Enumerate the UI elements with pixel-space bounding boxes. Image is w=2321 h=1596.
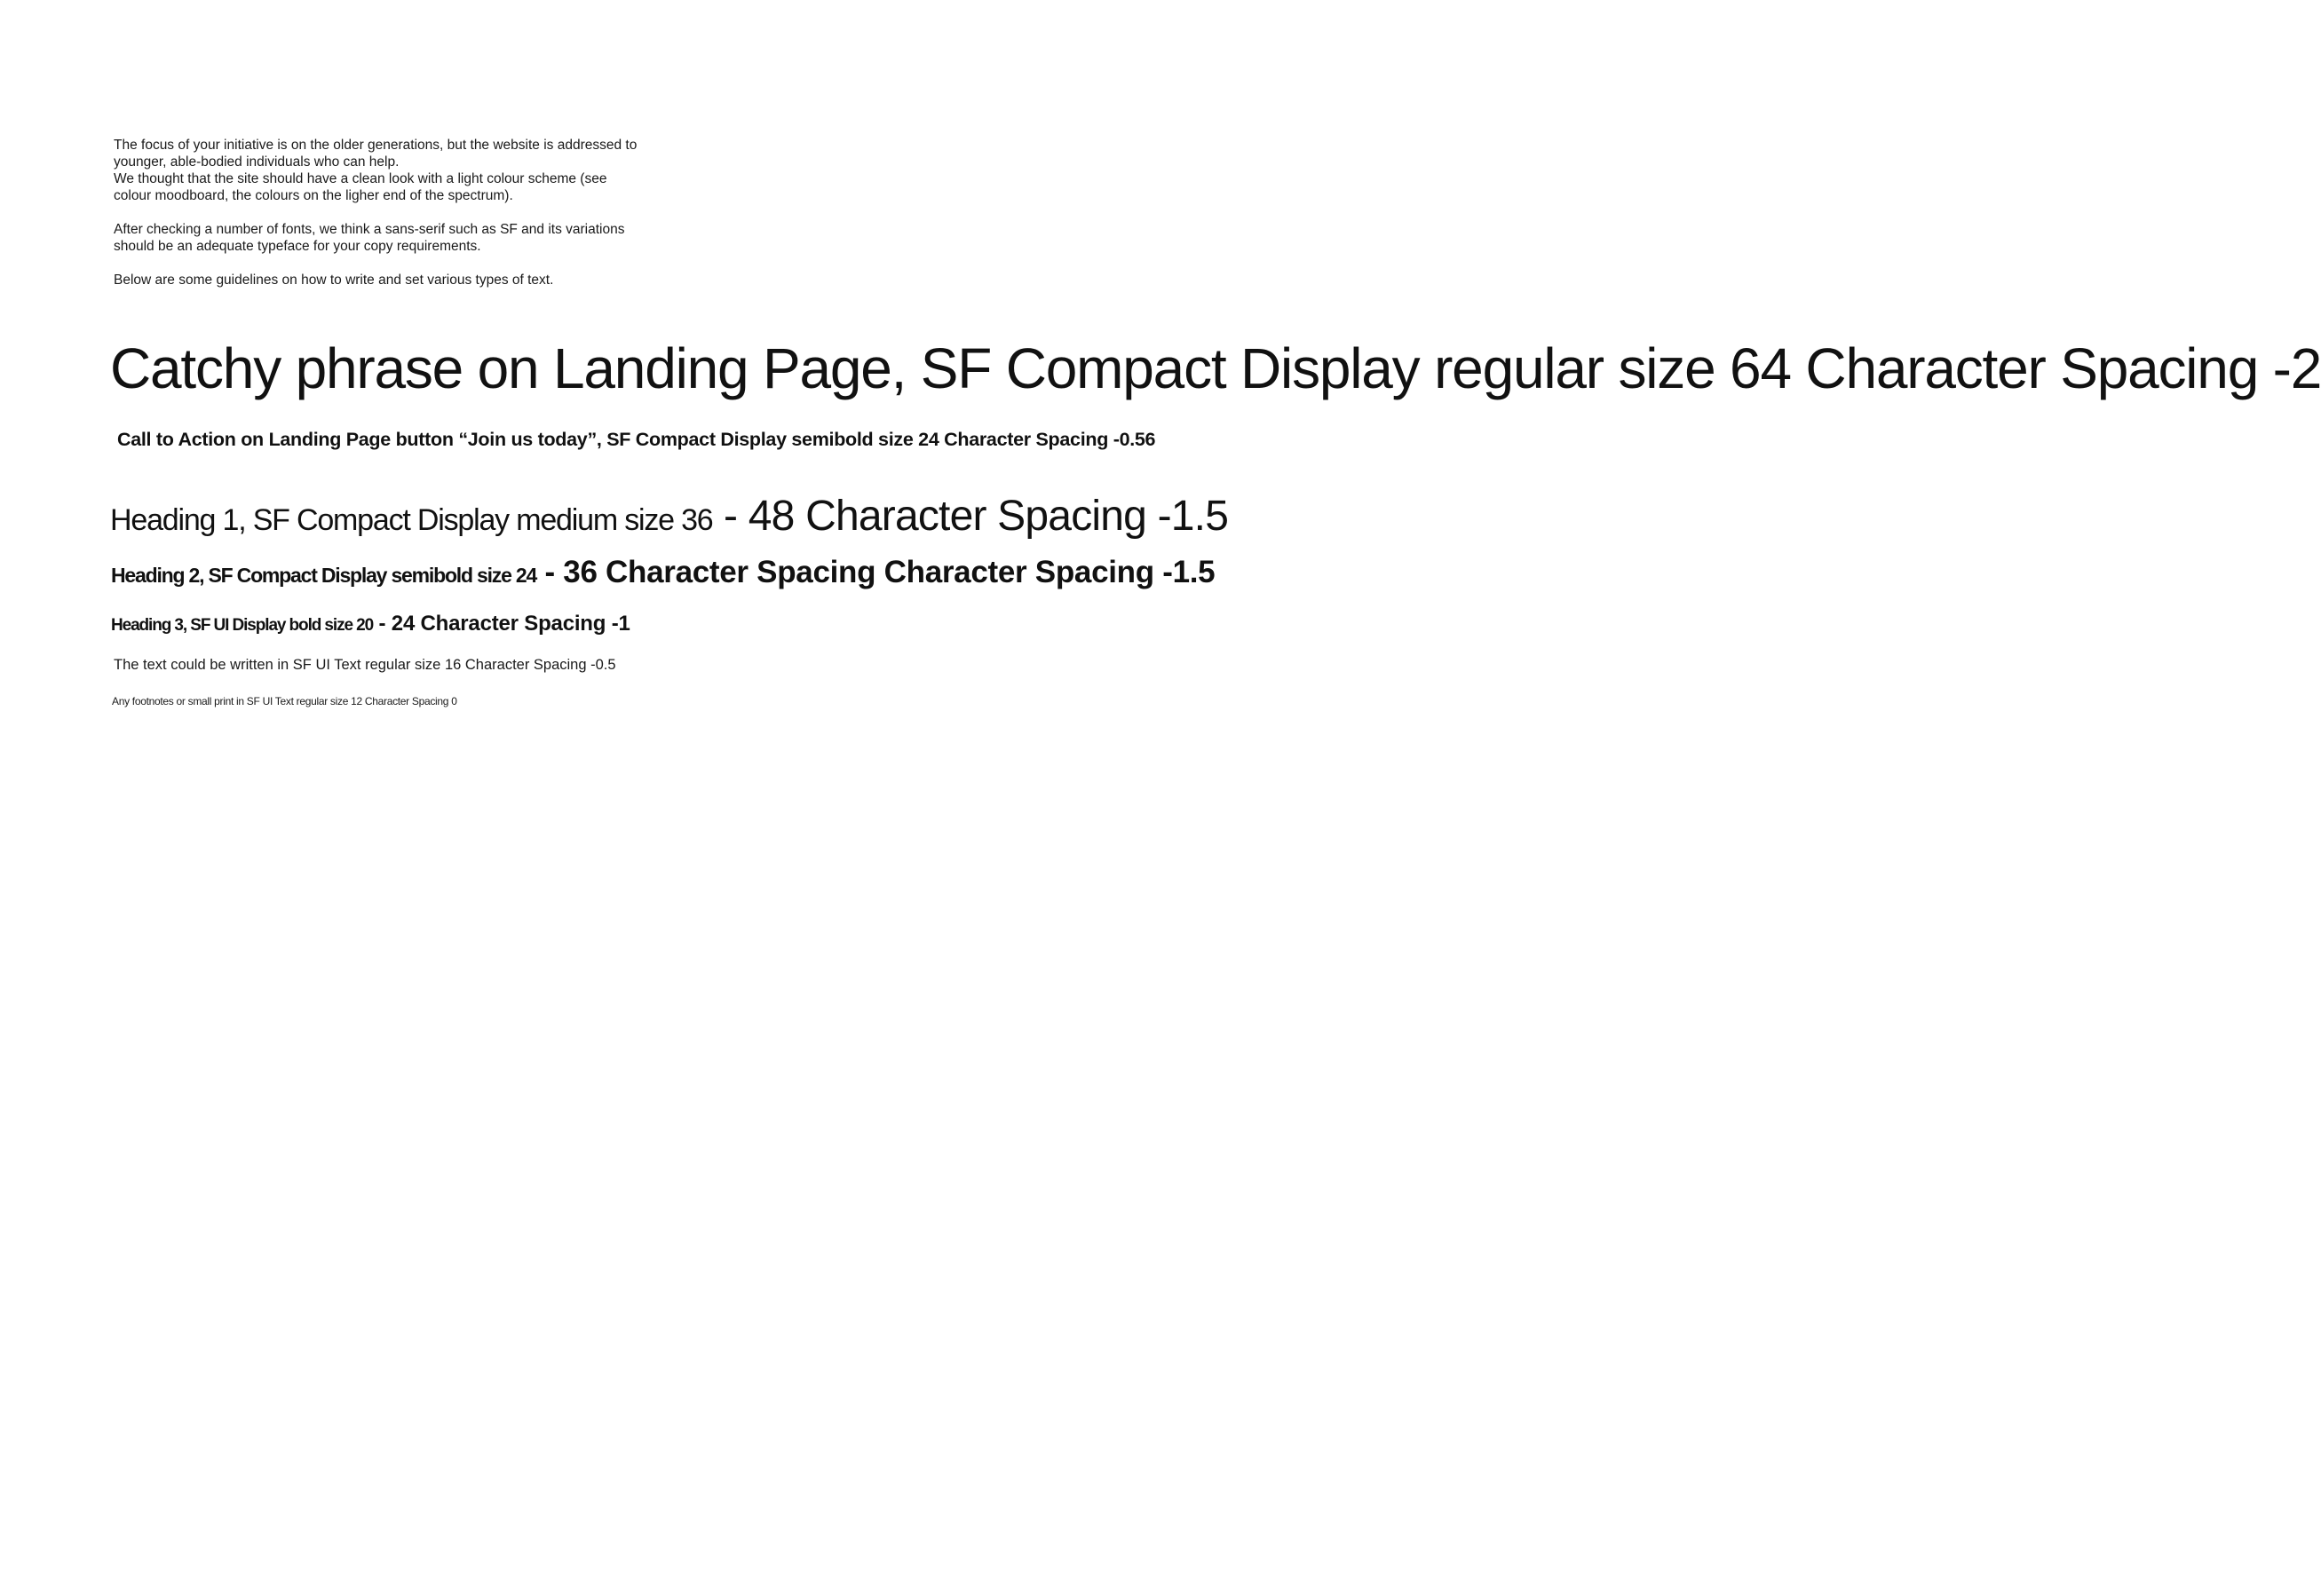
heading-3-sample: Heading 3, SF UI Display bold size 20 - … (111, 609, 630, 642)
intro-line: should be an adequate typeface for your … (114, 239, 481, 254)
heading-2-sample: Heading 2, SF Compact Display semibold s… (111, 552, 1216, 599)
intro-line: After checking a number of fonts, we thi… (114, 222, 625, 237)
intro-line: younger, able-bodied individuals who can… (114, 154, 400, 170)
call-to-action-sample: Call to Action on Landing Page button “J… (117, 429, 1156, 450)
catchy-phrase-sample: Catchy phrase on Landing Page, SF Compac… (110, 336, 2321, 400)
footnote-sample: Any footnotes or small print in SF UI Te… (112, 695, 457, 707)
intro-line: The focus of your initiative is on the o… (114, 138, 638, 153)
body-text-sample: The text could be written in SF UI Text … (114, 657, 616, 673)
heading-2-spacing: - 36 Character Spacing Character Spacing… (536, 555, 1216, 589)
heading-1-spacing: - 48 Character Spacing -1.5 (712, 493, 1229, 540)
heading-3-spacing: - 24 Character Spacing -1 (373, 612, 630, 636)
intro-line: colour moodboard, the colours on the lig… (114, 188, 513, 203)
intro-line: We thought that the site should have a c… (114, 171, 607, 186)
intro-paragraphs: The focus of your initiative is on the o… (114, 137, 637, 288)
heading-1-sample: Heading 1, SF Compact Display medium siz… (110, 488, 1229, 555)
intro-line: Below are some guidelines on how to writ… (114, 273, 554, 288)
heading-3-label: Heading 3, SF UI Display bold size 20 (111, 616, 374, 635)
heading-2-label: Heading 2, SF Compact Display semibold s… (111, 564, 537, 587)
heading-1-label: Heading 1, SF Compact Display medium siz… (110, 503, 714, 537)
